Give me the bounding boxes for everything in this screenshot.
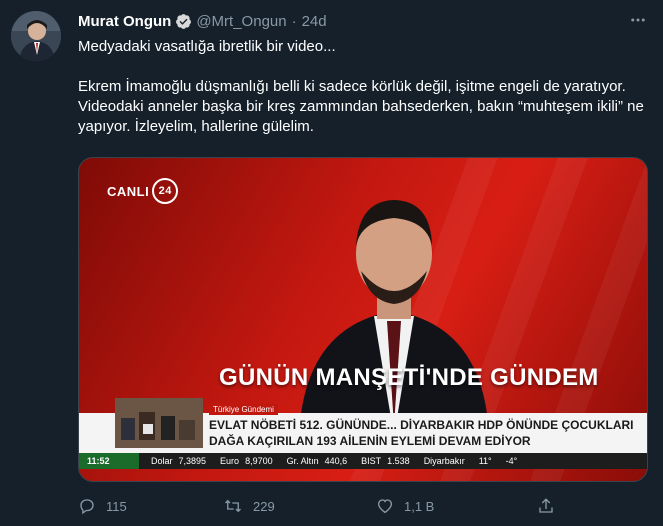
tweet-actions: 115 229 1,1 B bbox=[78, 495, 648, 517]
avatar-image bbox=[11, 11, 61, 61]
tweet-header: Murat Ongun @Mrt_Ongun · 24d bbox=[78, 11, 649, 31]
tweet-text: Medyadaki vasatlığa ibretlik bir video..… bbox=[78, 37, 648, 137]
ticker-tag: Türkiye Gündemi bbox=[209, 404, 278, 415]
reply-count: 115 bbox=[106, 498, 127, 514]
live-logo: CANLI 24 bbox=[107, 178, 179, 204]
author-name[interactable]: Murat Ongun bbox=[78, 13, 171, 30]
reply-button[interactable]: 115 bbox=[78, 497, 223, 515]
share-icon bbox=[539, 498, 553, 513]
avatar[interactable] bbox=[11, 11, 61, 61]
channel-number: 24 bbox=[152, 178, 179, 204]
euro-value: 8,9700 bbox=[245, 456, 273, 466]
bist-label: BIST bbox=[361, 456, 382, 466]
author-handle[interactable]: @Mrt_Ongun bbox=[196, 13, 286, 30]
reply-icon bbox=[80, 499, 94, 515]
verified-badge-icon bbox=[175, 13, 192, 30]
share-button[interactable] bbox=[537, 497, 565, 515]
timestamp[interactable]: 24d bbox=[302, 13, 327, 30]
video-media[interactable]: CANLI 24 GÜNÜN MANŞETİ'NDE GÜNDEM Türkiy… bbox=[78, 157, 648, 482]
like-button[interactable]: 1,1 B bbox=[376, 497, 537, 515]
retweet-count: 229 bbox=[253, 498, 275, 514]
altin-value: 440,6 bbox=[324, 456, 348, 466]
ticker-line-2: DAĞA KAÇIRILAN 193 AİLENİN EYLEMİ DEVAM … bbox=[209, 434, 531, 448]
tv-headline: GÜNÜN MANŞETİ'NDE GÜNDEM bbox=[219, 364, 599, 391]
ticker-line-1: EVLAT NÖBETİ 512. GÜNÜNDE... DİYARBAKIR … bbox=[209, 418, 634, 432]
ticker-thumbnail bbox=[115, 398, 203, 448]
more-icon[interactable] bbox=[627, 9, 649, 31]
weather-temp-1: 11° bbox=[478, 456, 492, 466]
euro-label: Euro bbox=[220, 456, 240, 466]
weather-city: Diyarbakır bbox=[423, 456, 465, 466]
dolar-value: 7,3895 bbox=[178, 456, 207, 466]
tweet-line-1: Medyadaki vasatlığa ibretlik bir video..… bbox=[78, 38, 336, 55]
like-icon bbox=[377, 499, 393, 514]
presenter-image bbox=[299, 200, 489, 436]
retweet-button[interactable]: 229 bbox=[223, 497, 376, 515]
dolar-label: Dolar bbox=[151, 456, 173, 466]
live-label: CANLI bbox=[107, 183, 150, 199]
tweet-paragraph-2: Ekrem İmamoğlu düşmanlığı belli ki sadec… bbox=[78, 78, 644, 135]
market-bar: 11:52 Dolar 7,3895 Euro 8,9700 Gr. Altın… bbox=[79, 453, 647, 469]
bist-value: 1.538 bbox=[387, 456, 410, 466]
retweet-icon bbox=[225, 499, 241, 513]
tv-clock: 11:52 bbox=[79, 453, 139, 469]
separator: · bbox=[291, 12, 297, 30]
weather-temp-2: -4° bbox=[505, 456, 518, 466]
like-count: 1,1 B bbox=[404, 498, 435, 514]
altin-label: Gr. Altın bbox=[286, 456, 319, 466]
